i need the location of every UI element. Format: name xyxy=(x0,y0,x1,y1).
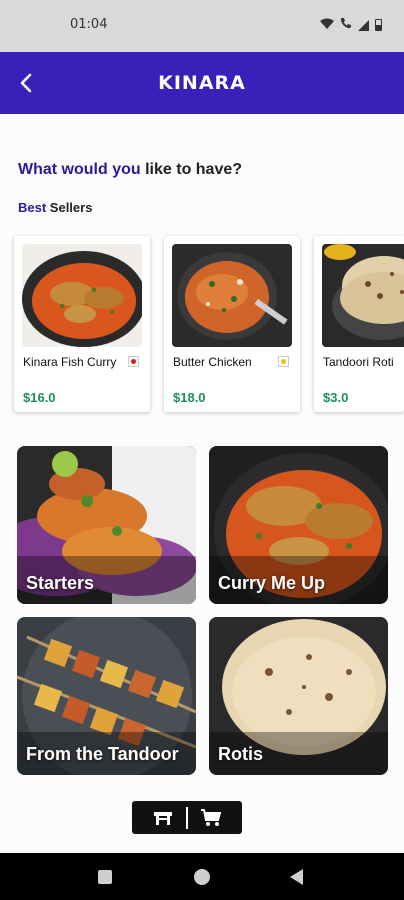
veg-badge xyxy=(278,356,289,367)
product-image xyxy=(22,244,142,347)
shopping-cart-icon xyxy=(201,808,222,826)
recent-apps-icon[interactable] xyxy=(98,870,112,884)
category-label: Starters xyxy=(26,573,95,593)
status-bar: 01:04 xyxy=(0,0,404,52)
product-price: $16.0 xyxy=(23,390,56,405)
category-label: Curry Me Up xyxy=(218,573,326,593)
system-navigation-bar xyxy=(0,853,404,900)
product-card-fish-curry[interactable]: Kinara Fish Curry $16.0 xyxy=(14,236,150,412)
category-tile-starters[interactable]: Starters xyxy=(17,446,196,604)
category-tile-curry[interactable]: Curry Me Up xyxy=(209,446,388,604)
cart-button[interactable] xyxy=(188,801,234,834)
product-price: $3.0 xyxy=(323,390,349,405)
best-sellers-rest: Sellers xyxy=(46,200,93,215)
table-button[interactable] xyxy=(140,801,186,834)
product-name: Tandoori Roti xyxy=(323,355,394,369)
bottom-action-bar xyxy=(132,801,242,834)
product-name: Butter Chicken xyxy=(173,355,252,369)
category-tile-rotis[interactable]: Rotis xyxy=(209,617,388,775)
wifi-icon xyxy=(320,16,334,34)
product-name: Kinara Fish Curry xyxy=(23,355,117,369)
product-card-butter-chicken[interactable]: Butter Chicken $18.0 xyxy=(164,236,300,412)
battery-icon xyxy=(375,19,382,31)
category-label: Rotis xyxy=(218,744,263,764)
product-card-tandoori-roti[interactable]: Tandoori Roti $3.0 xyxy=(314,236,404,412)
category-label: From the Tandoor xyxy=(26,744,179,764)
status-icons xyxy=(320,16,382,34)
prompt-rest: like to have? xyxy=(140,161,243,178)
product-image xyxy=(172,244,292,347)
phone-call-icon xyxy=(340,16,352,34)
app-title: KINARA xyxy=(158,72,246,94)
prompt-accent: What would you xyxy=(18,161,141,178)
prompt-heading: What would you like to have? xyxy=(18,161,242,179)
home-icon[interactable] xyxy=(194,869,210,885)
back-triangle-icon[interactable] xyxy=(290,869,303,885)
signal-icon xyxy=(358,19,369,31)
best-sellers-accent: Best xyxy=(18,200,47,215)
best-sellers-heading: Best Sellers xyxy=(18,200,92,215)
category-tile-tandoor[interactable]: From the Tandoor xyxy=(17,617,196,775)
status-time: 01:04 xyxy=(70,17,108,32)
restaurant-table-icon xyxy=(154,811,172,825)
app-bar: KINARA xyxy=(0,52,404,114)
product-image xyxy=(322,244,404,347)
nonveg-badge xyxy=(128,356,139,367)
product-price: $18.0 xyxy=(173,390,206,405)
